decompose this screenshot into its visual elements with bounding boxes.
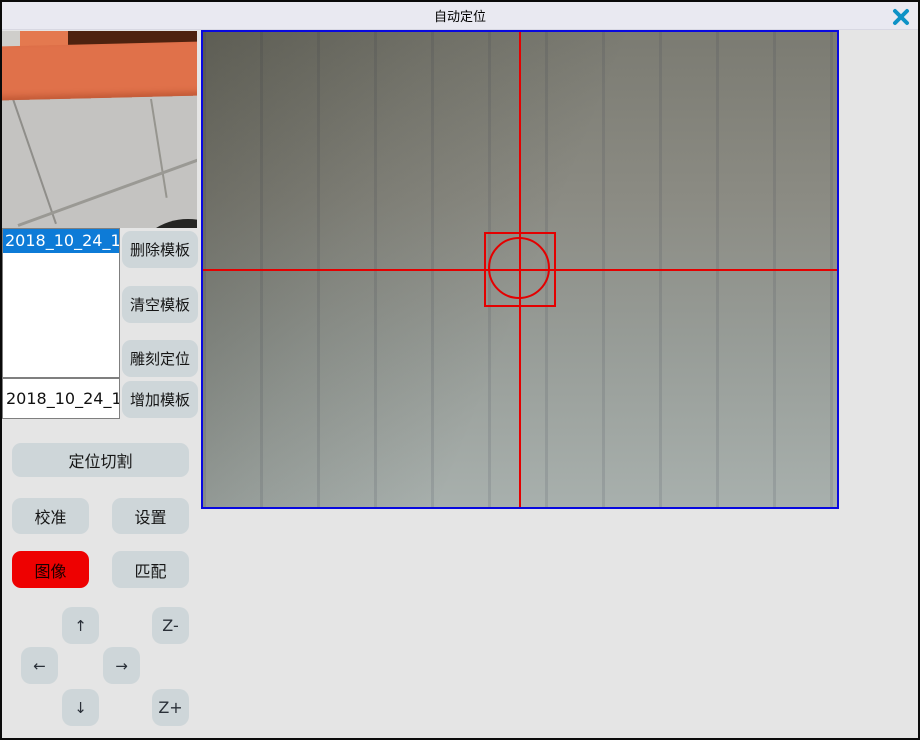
match-marker-circle	[488, 237, 550, 299]
close-button[interactable]	[890, 6, 912, 28]
template-list: 2018_10_24_11	[2, 228, 120, 378]
template-thumbnail-image	[2, 31, 197, 228]
position-cut-button[interactable]: 定位切割	[12, 443, 189, 477]
titlebar: 自动定位	[2, 2, 918, 30]
window-title: 自动定位	[434, 6, 486, 25]
match-button[interactable]: 匹配	[112, 551, 189, 588]
close-icon	[892, 8, 910, 26]
jog-up-button[interactable]: ↑	[62, 607, 99, 644]
jog-down-button[interactable]: ↓	[62, 689, 99, 726]
jog-left-button[interactable]: ←	[21, 647, 58, 684]
image-button-active[interactable]: 图像	[12, 551, 89, 588]
settings-button[interactable]: 设置	[112, 498, 189, 534]
camera-live-view[interactable]	[201, 30, 839, 509]
auto-positioning-dialog: 自动定位 2018_10_24_11 删除模板 清空模板 雕刻定位 增加模板 定…	[0, 0, 920, 740]
template-name-input[interactable]	[2, 378, 120, 419]
thumbnail-tiles-region	[2, 89, 197, 228]
thumbnail-orange-beam	[2, 41, 197, 100]
add-template-button[interactable]: 增加模板	[122, 381, 198, 418]
engrave-position-button[interactable]: 雕刻定位	[122, 340, 198, 377]
jog-z-plus-button[interactable]: Z+	[152, 689, 189, 726]
clear-templates-button[interactable]: 清空模板	[122, 286, 198, 323]
delete-template-button[interactable]: 删除模板	[122, 231, 198, 268]
calibrate-button[interactable]: 校准	[12, 498, 89, 534]
template-list-item[interactable]: 2018_10_24_11	[3, 229, 119, 253]
jog-z-minus-button[interactable]: Z-	[152, 607, 189, 644]
jog-right-button[interactable]: →	[103, 647, 140, 684]
